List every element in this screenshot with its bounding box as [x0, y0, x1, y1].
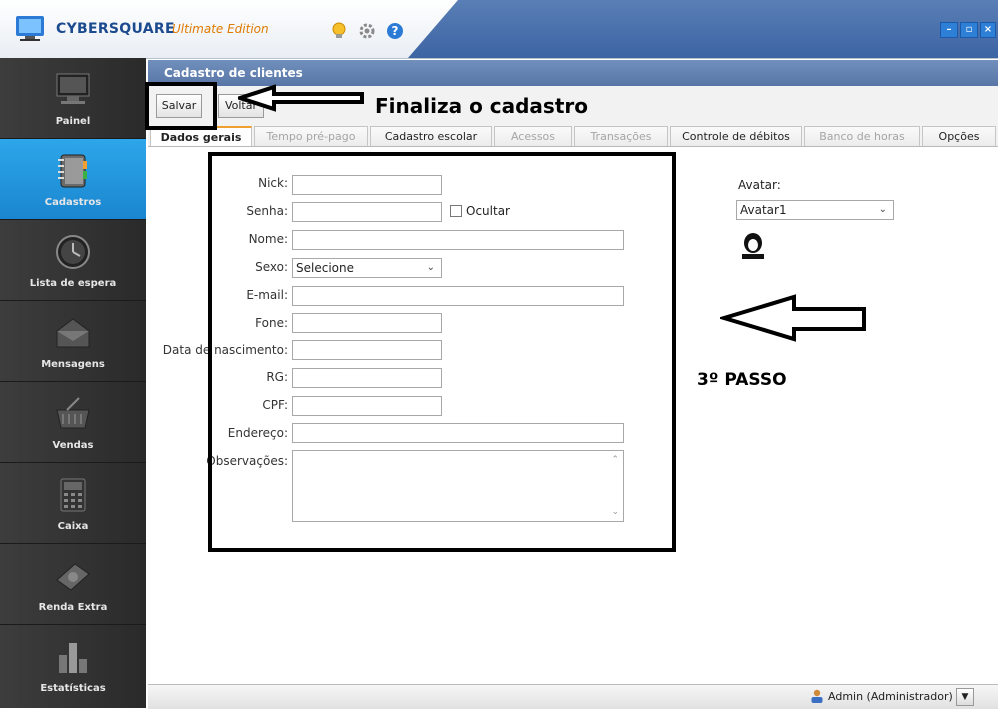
sidebar-item-lista-de-espera[interactable]: Lista de espera: [0, 220, 146, 301]
panel-header: Cadastro de clientes: [148, 60, 998, 86]
avatar-select[interactable]: Avatar1 ⌄: [736, 200, 894, 220]
sidebar-item-label: Caixa: [57, 521, 89, 532]
bar-chart-icon: [59, 643, 87, 673]
sidebar-item-renda-extra[interactable]: Renda Extra: [0, 544, 146, 625]
tab-cadastro-escolar[interactable]: Cadastro escolar: [370, 126, 492, 146]
chevron-down-icon: ⌄: [878, 204, 887, 215]
sidebar: Painel Cadastros Lista de espera Mensage…: [0, 58, 146, 708]
envelope-icon: [56, 318, 90, 348]
form-highlight-frame: [208, 152, 676, 552]
cybersquare-logo-icon: [16, 16, 44, 41]
sidebar-item-label: Vendas: [52, 440, 94, 451]
sidebar-item-mensagens[interactable]: Mensagens: [0, 301, 146, 382]
sidebar-item-vendas[interactable]: Vendas: [0, 382, 146, 463]
tab-controle-de-debitos[interactable]: Controle de débitos: [670, 126, 802, 146]
help-icon[interactable]: ?: [386, 22, 404, 40]
passo-annotation: 3º PASSO: [697, 370, 787, 390]
sidebar-item-painel[interactable]: Painel: [0, 58, 146, 139]
sidebar-item-cadastros[interactable]: Cadastros: [0, 139, 146, 220]
tab-bar: Dados gerais Tempo pré-pago Cadastro esc…: [148, 124, 998, 147]
sidebar-item-label: Estatísticas: [40, 683, 106, 694]
tab-opcoes[interactable]: Opções: [922, 126, 996, 146]
avatar-select-value: Avatar1: [740, 203, 787, 217]
sidebar-item-estatisticas[interactable]: Estatísticas: [0, 625, 146, 708]
maximize-button[interactable]: ▫: [960, 22, 978, 38]
calculator-icon: [60, 478, 86, 512]
close-button[interactable]: ×: [980, 22, 996, 38]
tab-acessos[interactable]: Acessos: [494, 126, 572, 146]
status-bar: Admin (Administrador) ▼: [148, 684, 998, 709]
notebook-icon: [58, 154, 87, 188]
sidebar-item-caixa[interactable]: Caixa: [0, 463, 146, 544]
money-icon: [56, 563, 90, 591]
page-title: Cadastro de clientes: [164, 66, 303, 80]
app-edition: Ultimate Edition: [172, 22, 269, 36]
avatar-label: Avatar:: [738, 178, 781, 192]
tab-banco-de-horas[interactable]: Banco de horas: [804, 126, 920, 146]
minimize-button[interactable]: –: [940, 22, 958, 38]
save-highlight-frame: [145, 82, 217, 130]
gear-icon[interactable]: [358, 22, 376, 40]
sidebar-item-label: Painel: [55, 116, 91, 127]
lightbulb-icon[interactable]: [330, 22, 348, 40]
sidebar-item-label: Mensagens: [41, 359, 105, 370]
basket-icon: [56, 397, 90, 429]
sidebar-item-label: Lista de espera: [29, 278, 117, 289]
left-arrow-annotation-icon: [238, 84, 364, 112]
title-bar-wave: [408, 0, 998, 58]
clock-icon: [56, 235, 90, 269]
tab-transacoes[interactable]: Transações: [574, 126, 668, 146]
status-dropdown-button[interactable]: ▼: [956, 688, 974, 706]
status-user: Admin (Administrador): [828, 690, 953, 703]
sidebar-item-label: Renda Extra: [38, 602, 108, 613]
left-arrow-annotation-icon: [720, 294, 866, 342]
user-icon: [811, 689, 823, 703]
sidebar-item-label: Cadastros: [44, 197, 102, 208]
finaliza-annotation: Finaliza o cadastro: [375, 94, 588, 118]
title-bar: CYBERSQUARE Ultimate Edition ? – ▫ ×: [0, 0, 998, 59]
app-brand: CYBERSQUARE: [56, 21, 175, 37]
avatar-image-icon: [742, 233, 764, 259]
monitor-icon: [56, 73, 90, 104]
svg-text:?: ?: [392, 24, 399, 38]
tab-tempo-pre-pago[interactable]: Tempo pré-pago: [254, 126, 368, 146]
